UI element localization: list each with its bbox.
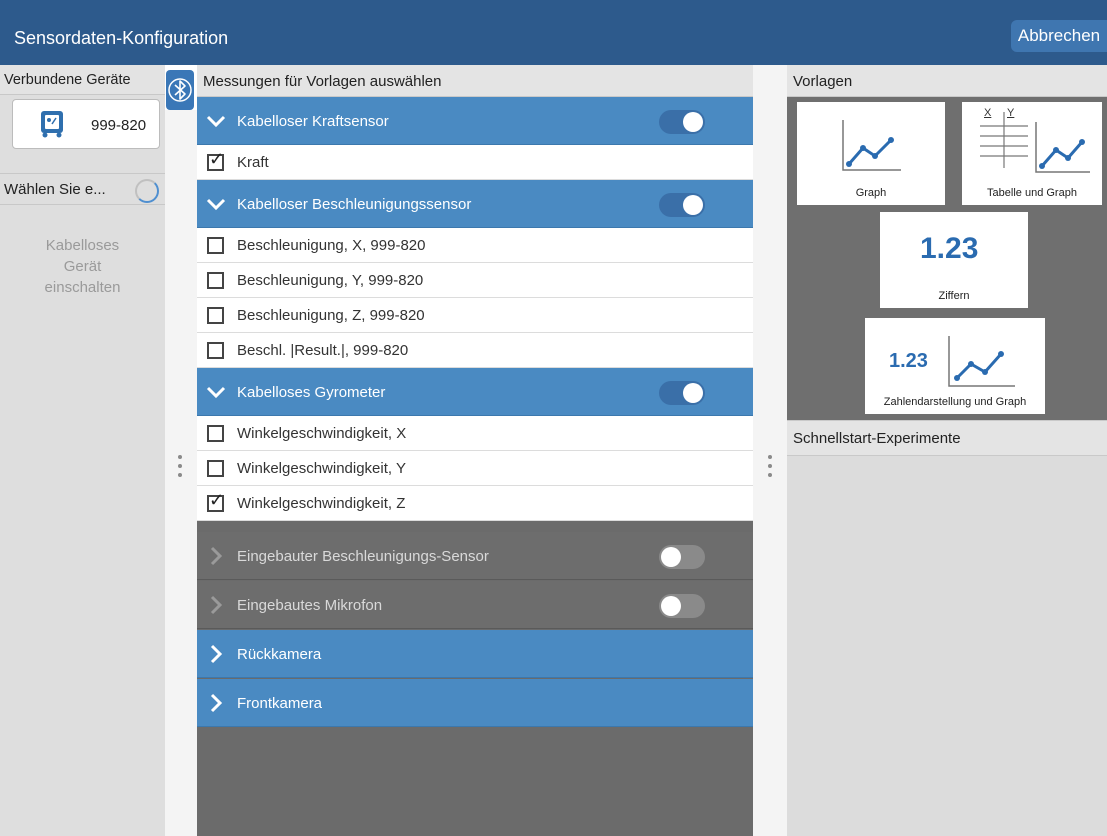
templates-panel: Vorlagen Graph X Y Tabelle und Graph 1.2… xyxy=(787,65,1107,836)
section-toggle[interactable] xyxy=(659,381,705,405)
right-splitter[interactable] xyxy=(753,65,787,836)
measurement-label: Beschleunigung, X, 999-820 xyxy=(237,237,426,254)
template-label: Tabelle und Graph xyxy=(987,187,1077,199)
quickstart-list xyxy=(787,456,1107,836)
chevron-right-icon xyxy=(210,595,223,615)
section-rear-camera[interactable]: Rückkamera xyxy=(197,630,753,678)
section-builtin-microphone[interactable]: Eingebautes Mikrofon xyxy=(197,581,753,629)
section-beschleunigungssensor[interactable]: Kabelloser Beschleunigungssensor xyxy=(197,180,753,228)
measurement-label: Winkelgeschwindigkeit, Z xyxy=(237,495,406,512)
templates-header: Vorlagen xyxy=(787,65,1107,97)
loading-spinner-icon xyxy=(135,179,159,203)
drag-handle-icon[interactable] xyxy=(177,455,183,481)
section-label: Rückkamera xyxy=(237,646,322,663)
measurement-label: Winkelgeschwindigkeit, Y xyxy=(237,460,406,477)
template-digits[interactable]: 1.23 Ziffern xyxy=(880,212,1028,308)
checkbox[interactable] xyxy=(207,237,224,254)
template-label: Ziffern xyxy=(938,290,970,302)
section-toggle[interactable] xyxy=(659,594,705,618)
section-label: Kabelloses Gyrometer xyxy=(237,384,386,401)
list-item[interactable]: Beschleunigung, X, 999-820 xyxy=(197,228,753,263)
chevron-down-icon xyxy=(206,115,226,128)
left-splitter[interactable] xyxy=(165,110,197,836)
template-table-graph[interactable]: X Y Tabelle und Graph xyxy=(962,102,1102,205)
section-label: Kabelloser Kraftsensor xyxy=(237,113,389,130)
section-toggle[interactable] xyxy=(659,193,705,217)
graph-icon xyxy=(842,120,901,171)
section-label: Kabelloser Beschleunigungssensor xyxy=(237,196,472,213)
template-graph[interactable]: Graph xyxy=(797,102,945,205)
section-builtin-accelerometer[interactable]: Eingebauter Beschleunigungs-Sensor xyxy=(197,532,753,580)
window-title: Sensordaten-Konfiguration xyxy=(14,28,229,48)
chevron-down-icon xyxy=(206,386,226,399)
section-label: Eingebauter Beschleunigungs-Sensor xyxy=(237,548,489,565)
checkbox[interactable]: ✓ xyxy=(207,491,224,512)
measurements-panel: Messungen für Vorlagen auswählen Kabello… xyxy=(197,65,753,836)
list-item[interactable]: ✓ Kraft xyxy=(197,145,753,180)
table-graph-icon xyxy=(980,112,1090,173)
table-y-label: Y xyxy=(1007,107,1015,119)
measurements-header: Messungen für Vorlagen auswählen xyxy=(197,65,753,97)
sensor-device-icon xyxy=(41,111,63,138)
chevron-down-icon xyxy=(206,198,226,211)
measurement-label: Kraft xyxy=(237,154,269,171)
measurement-label: Beschl. |Result.|, 999-820 xyxy=(237,342,409,359)
section-kraftsensor[interactable]: Kabelloser Kraftsensor xyxy=(197,97,753,145)
top-bar: Sensordaten-Konfiguration Abbrechen xyxy=(0,0,1107,65)
cancel-button[interactable]: Abbrechen xyxy=(1011,20,1107,52)
section-front-camera[interactable]: Frontkamera xyxy=(197,679,753,727)
quickstart-header: Schnellstart-Experimente xyxy=(787,420,1107,456)
measurement-label: Beschleunigung, Z, 999-820 xyxy=(237,307,425,324)
template-label: Graph xyxy=(855,187,887,199)
section-label: Frontkamera xyxy=(237,695,323,712)
drag-handle-icon[interactable] xyxy=(767,455,773,481)
graph-icon xyxy=(948,336,1015,387)
chevron-right-icon xyxy=(210,693,223,713)
hint-line-1: Kabelloses xyxy=(45,237,120,254)
list-item[interactable]: Beschl. |Result.|, 999-820 xyxy=(197,333,753,368)
list-item[interactable]: ✓ Winkelgeschwindigkeit, Z xyxy=(197,486,753,521)
measurement-label: Beschleunigung, Y, 999-820 xyxy=(237,272,424,289)
checkbox[interactable] xyxy=(207,425,224,442)
checkbox[interactable] xyxy=(207,460,224,477)
checkbox[interactable] xyxy=(207,307,224,324)
checkbox[interactable] xyxy=(207,342,224,359)
chevron-right-icon xyxy=(210,546,223,566)
list-item[interactable]: Beschleunigung, Z, 999-820 xyxy=(197,298,753,333)
checkbox[interactable] xyxy=(207,272,224,289)
chevron-right-icon xyxy=(210,644,223,664)
connected-devices-panel: Verbundene Geräte 999-820 Wählen Sie e..… xyxy=(0,65,165,836)
bluetooth-button[interactable] xyxy=(166,70,194,110)
device-card[interactable]: 999-820 xyxy=(12,99,160,149)
connected-devices-header: Verbundene Geräte xyxy=(0,65,165,95)
section-gyrometer[interactable]: Kabelloses Gyrometer xyxy=(197,368,753,416)
digits-value: 1.23 xyxy=(920,232,979,265)
template-label: Zahlendarstellung und Graph xyxy=(883,396,1027,408)
list-item[interactable]: Beschleunigung, Y, 999-820 xyxy=(197,263,753,298)
numeric-value: 1.23 xyxy=(889,350,928,372)
section-label: Eingebautes Mikrofon xyxy=(237,597,383,614)
section-toggle[interactable] xyxy=(659,545,705,569)
hint-line-2: Gerät xyxy=(63,258,102,275)
checkbox[interactable]: ✓ xyxy=(207,150,224,171)
template-numeric-graph[interactable]: 1.23 Zahlendarstellung und Graph xyxy=(865,318,1045,414)
list-item[interactable]: Winkelgeschwindigkeit, Y xyxy=(197,451,753,486)
table-x-label: X xyxy=(984,107,992,119)
bluetooth-icon xyxy=(168,78,192,102)
list-item[interactable]: Winkelgeschwindigkeit, X xyxy=(197,416,753,451)
device-label: 999-820 xyxy=(91,117,147,134)
measurement-label: Winkelgeschwindigkeit, X xyxy=(237,425,407,442)
section-toggle[interactable] xyxy=(659,110,705,134)
hint-line-3: einschalten xyxy=(44,279,121,296)
power-on-hint: Kabelloses Gerät einschalten xyxy=(0,235,165,298)
